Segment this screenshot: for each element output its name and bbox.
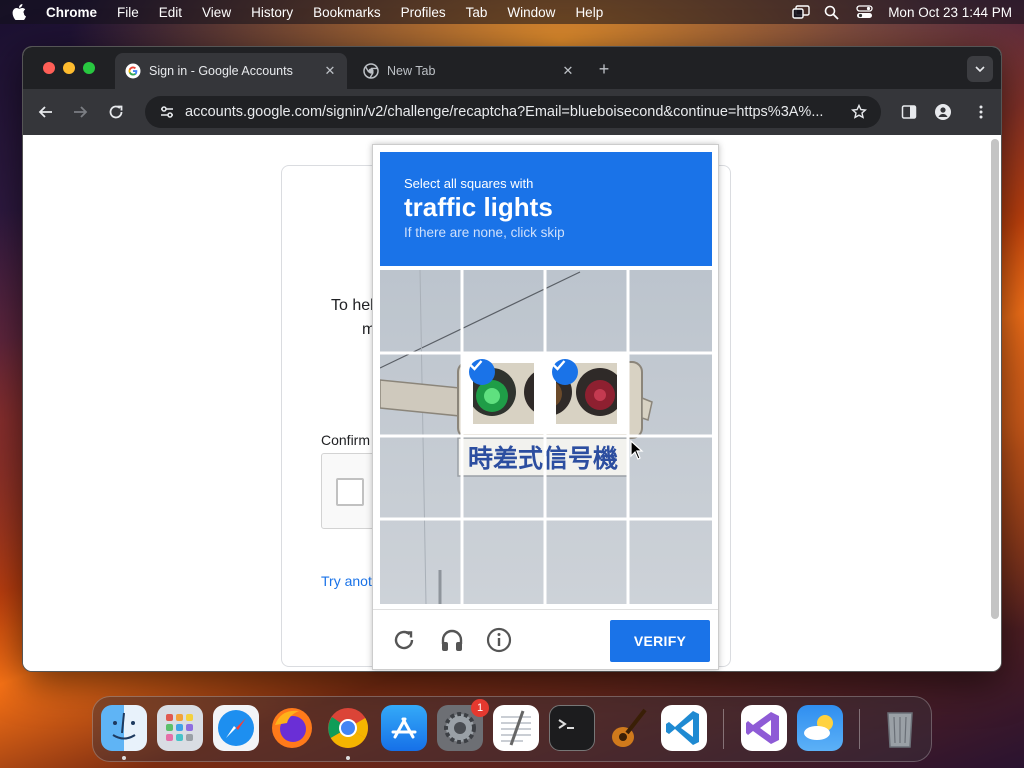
confirm-label: Confirm (321, 432, 371, 448)
grid-cell-selected[interactable] (546, 353, 627, 434)
challenge-instruction: Select all squares with (404, 176, 534, 191)
window-controls (43, 62, 95, 74)
launchpad-icon[interactable] (157, 705, 203, 751)
grid-cell[interactable] (380, 519, 461, 600)
garageband-icon[interactable] (605, 705, 651, 751)
grid-cell[interactable] (546, 519, 627, 600)
grid-cell[interactable] (380, 436, 461, 517)
mouse-pointer-icon (630, 439, 644, 460)
address-bar[interactable]: accounts.google.com/signin/v2/challenge/… (145, 96, 881, 128)
tab-google-sign-in[interactable]: Sign in - Google Accounts ✕ (115, 53, 347, 89)
weather-icon[interactable] (797, 705, 843, 751)
vscode-icon[interactable] (661, 705, 707, 751)
close-tab-icon[interactable]: ✕ (561, 63, 575, 79)
new-tab-plus-icon[interactable]: + (595, 59, 613, 80)
menu-profiles[interactable]: Profiles (401, 5, 446, 20)
chrome-icon[interactable] (325, 705, 371, 751)
menu-clock[interactable]: Mon Oct 23 1:44 PM (888, 5, 1012, 20)
minimize-window-button[interactable] (63, 62, 75, 74)
close-tab-icon[interactable]: ✕ (323, 63, 337, 79)
trash-icon[interactable] (877, 705, 923, 751)
menu-history[interactable]: History (251, 5, 293, 20)
grid-cell[interactable] (546, 270, 627, 351)
google-favicon-icon (125, 63, 141, 79)
selected-check-icon (552, 359, 578, 385)
reload-challenge-icon[interactable] (391, 627, 417, 653)
url-text[interactable]: accounts.google.com/signin/v2/challenge/… (185, 104, 841, 120)
grid-cell[interactable] (380, 270, 461, 351)
side-panel-icon[interactable] (901, 104, 917, 120)
grid-cell[interactable] (380, 353, 461, 434)
spotlight-search-icon[interactable] (824, 5, 840, 20)
grid-cell-selected[interactable] (463, 353, 544, 434)
app-store-icon[interactable] (381, 705, 427, 751)
challenge-target: traffic lights (404, 192, 553, 222)
grid-cell[interactable] (463, 436, 544, 517)
info-icon[interactable] (486, 627, 512, 653)
screen-mirroring-icon[interactable] (792, 5, 810, 19)
dock-separator (723, 709, 724, 749)
menu-bookmarks[interactable]: Bookmarks (313, 5, 381, 20)
tab-title: New Tab (387, 64, 436, 78)
safari-icon[interactable] (213, 705, 259, 751)
reload-icon[interactable] (107, 103, 125, 121)
recaptcha-challenge-popup: Select all squares with traffic lights I… (372, 144, 719, 670)
verify-button[interactable]: VERIFY (610, 620, 710, 662)
zoom-window-button[interactable] (83, 62, 95, 74)
menu-app-name[interactable]: Chrome (46, 5, 97, 20)
grid-cell[interactable] (546, 436, 627, 517)
back-arrow-icon[interactable] (37, 103, 55, 121)
finder-icon[interactable] (101, 705, 147, 751)
audio-challenge-headphones-icon[interactable] (439, 627, 465, 653)
menu-bar: Chrome File Edit View History Bookmarks … (0, 0, 1024, 24)
selected-check-icon (469, 359, 495, 385)
site-settings-icon[interactable] (159, 104, 175, 120)
menu-tab[interactable]: Tab (466, 5, 488, 20)
challenge-header: Select all squares with traffic lights I… (380, 152, 712, 266)
menu-file[interactable]: File (117, 5, 139, 20)
notification-badge: 1 (471, 699, 489, 717)
running-indicator (346, 756, 350, 760)
system-settings-icon[interactable]: 1 (437, 699, 489, 751)
menu-edit[interactable]: Edit (159, 5, 182, 20)
close-window-button[interactable] (43, 62, 55, 74)
firefox-icon[interactable] (269, 705, 315, 751)
kebab-menu-icon[interactable] (973, 104, 989, 120)
tab-strip: Sign in - Google Accounts ✕ New Tab ✕ + (23, 47, 1001, 89)
chrome-favicon-icon (363, 63, 379, 79)
running-indicator (122, 756, 126, 760)
menu-window[interactable]: Window (507, 5, 555, 20)
try-another-way-link[interactable]: Try anot (321, 573, 372, 589)
terminal-icon[interactable] (549, 705, 595, 751)
profile-avatar-icon[interactable] (935, 104, 951, 120)
browser-toolbar: accounts.google.com/signin/v2/challenge/… (23, 89, 1001, 135)
dock: 1 (92, 696, 932, 762)
menu-help[interactable]: Help (575, 5, 603, 20)
tab-title: Sign in - Google Accounts (149, 64, 293, 78)
partial-instruction-text: To hel (331, 297, 374, 314)
grid-cell[interactable] (463, 270, 544, 351)
tab-new-tab[interactable]: New Tab ✕ (353, 53, 585, 89)
tab-search-chevron-icon[interactable] (967, 56, 993, 82)
forward-arrow-icon[interactable] (71, 103, 89, 121)
menu-view[interactable]: View (202, 5, 231, 20)
grid-cell[interactable] (629, 519, 710, 600)
grid-cell[interactable] (629, 353, 710, 434)
control-center-icon[interactable] (856, 5, 873, 19)
apple-menu-icon[interactable] (12, 4, 26, 20)
not-a-robot-checkbox[interactable] (336, 478, 364, 506)
grid-cell[interactable] (463, 519, 544, 600)
visual-studio-icon[interactable] (741, 705, 787, 751)
challenge-image-grid: 時差式信号機 (380, 270, 712, 604)
textedit-icon[interactable] (493, 705, 539, 751)
grid-cell[interactable] (629, 270, 710, 351)
challenge-footer: VERIFY (373, 609, 718, 671)
page-scrollbar[interactable] (991, 139, 999, 619)
bookmark-star-icon[interactable] (850, 103, 868, 120)
dock-separator (859, 709, 860, 749)
challenge-hint: If there are none, click skip (404, 224, 565, 240)
